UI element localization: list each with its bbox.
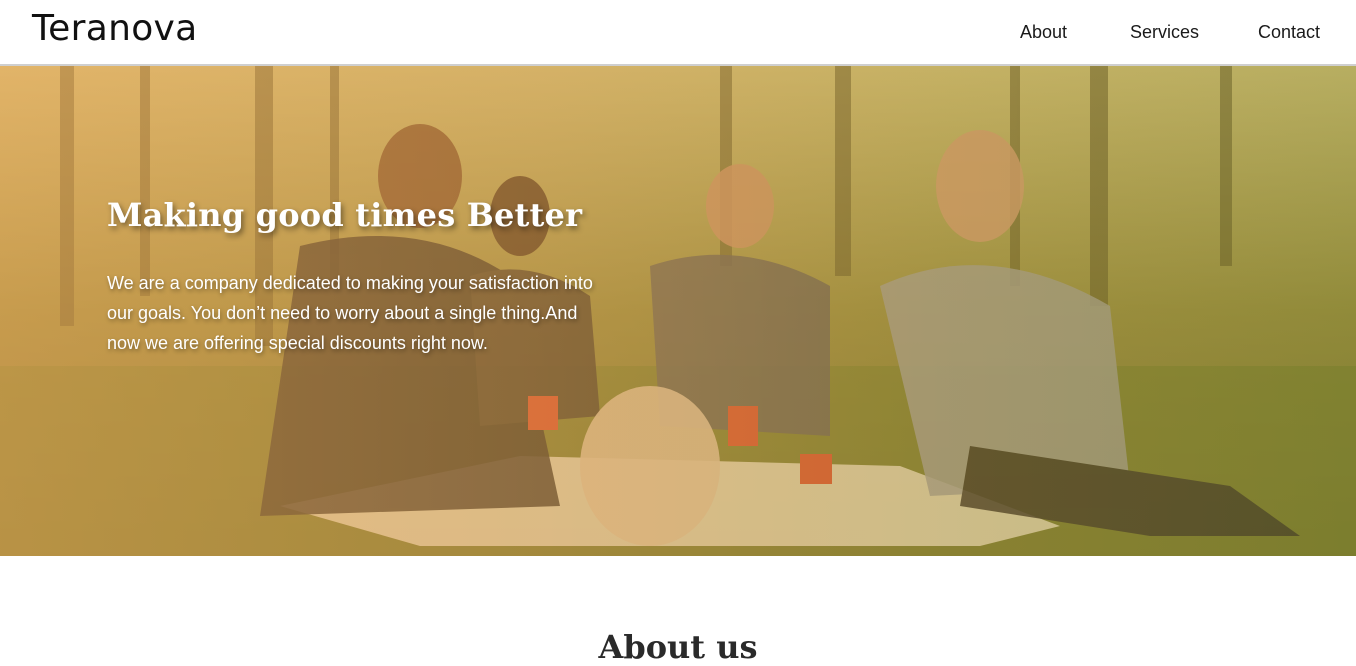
about-section-title: About us — [598, 628, 758, 666]
brand-logo[interactable]: Teranova — [32, 8, 198, 49]
hero-title: Making good times Better — [107, 196, 583, 234]
nav-services[interactable]: Services — [1130, 22, 1199, 43]
hero-section: Making good times Better We are a compan… — [0, 66, 1356, 556]
nav-about[interactable]: About — [1020, 22, 1067, 43]
navbar: Teranova About Services Contact — [0, 0, 1356, 66]
nav-contact[interactable]: Contact — [1258, 22, 1320, 43]
hero-description: We are a company dedicated to making you… — [107, 273, 593, 353]
